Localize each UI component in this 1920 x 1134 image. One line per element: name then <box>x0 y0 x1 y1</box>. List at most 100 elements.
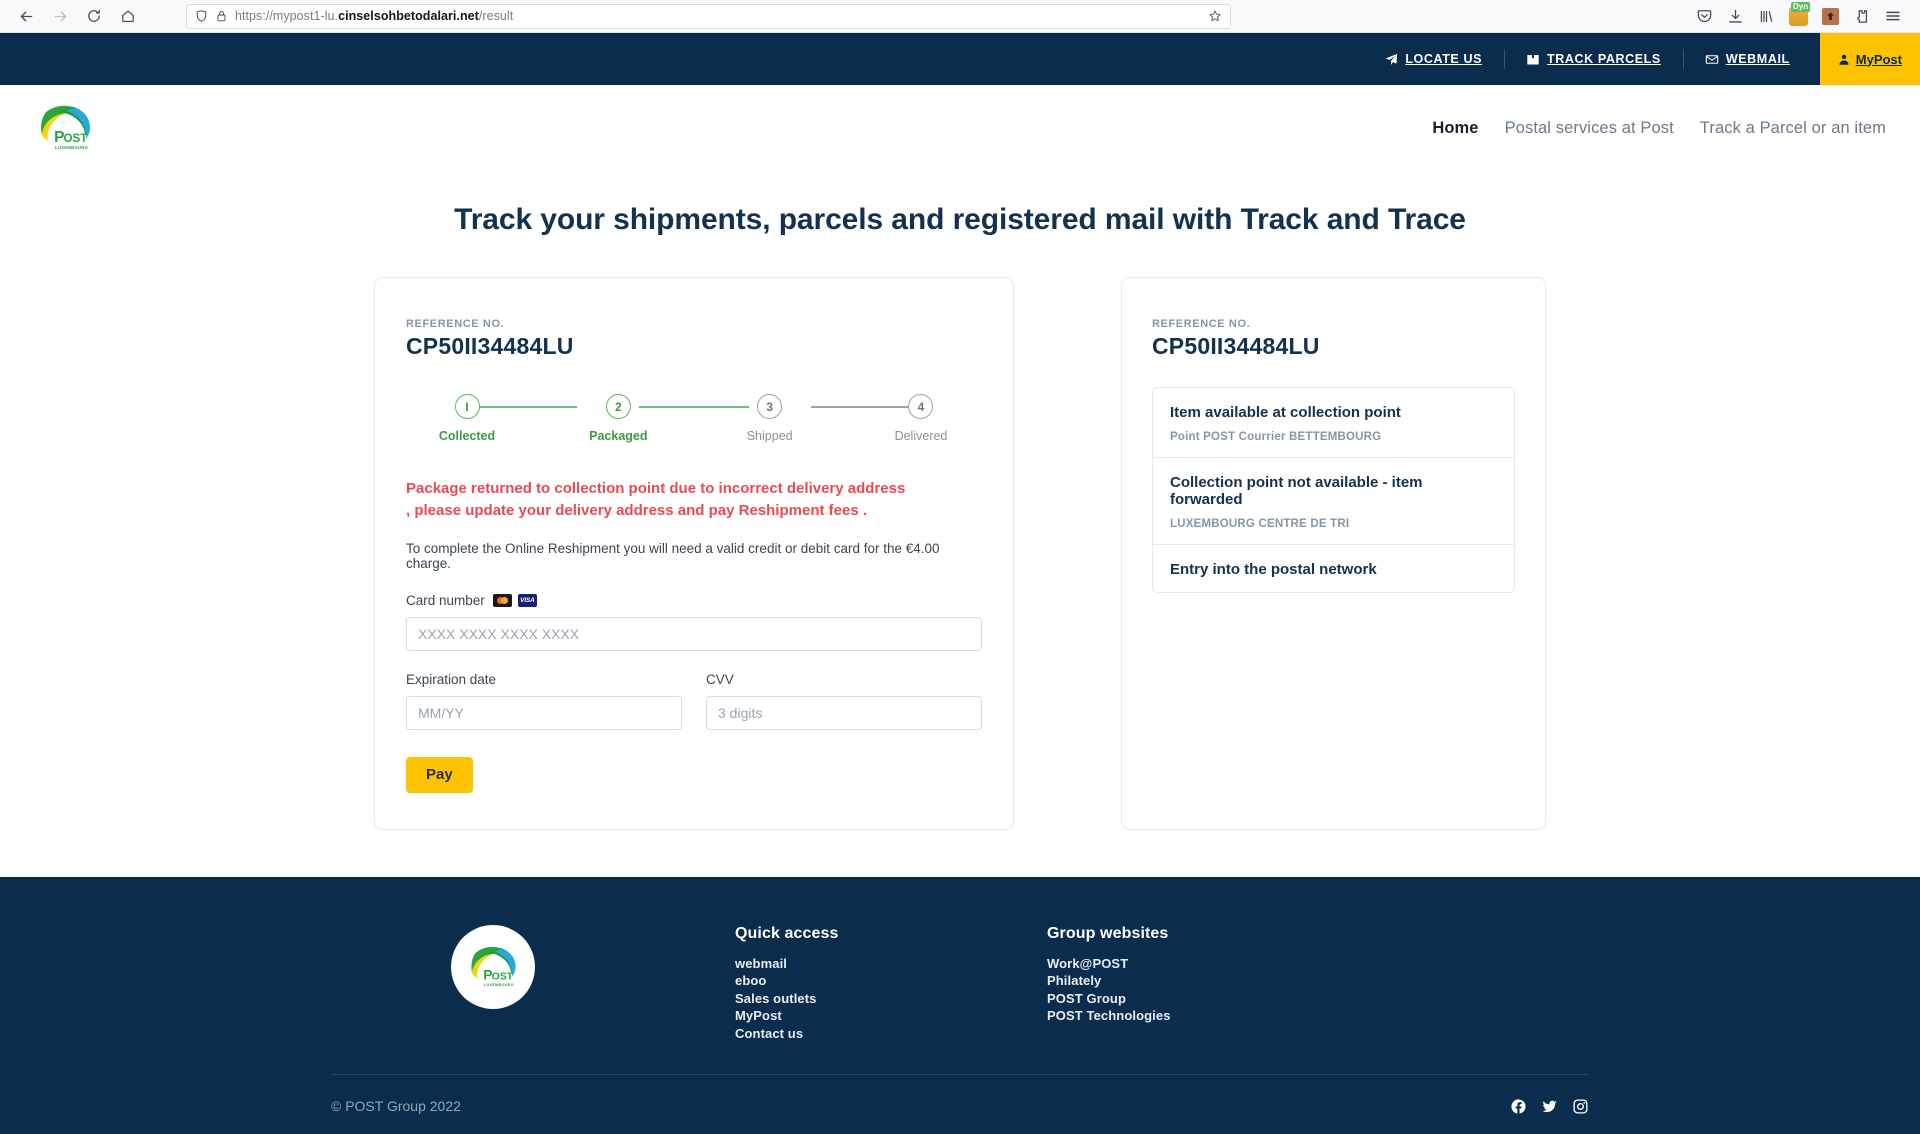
site-footer: P OST LUXEMBOURG Quick access webmail eb… <box>0 876 1920 1134</box>
footer-link-sales-outlets[interactable]: Sales outlets <box>735 990 1047 1008</box>
step-shipped: 3 Shipped <box>739 394 801 443</box>
library-icon[interactable] <box>1758 8 1775 25</box>
reshipment-payment-card: REFERENCE NO. CP50II34484LU I Collected … <box>374 277 1014 830</box>
svg-text:OST: OST <box>63 132 87 145</box>
pocket-icon[interactable] <box>1696 8 1713 25</box>
envelope-icon <box>1705 53 1719 66</box>
cvv-group: CVV <box>706 672 982 730</box>
puzzle-extension-icon[interactable] <box>1853 8 1870 25</box>
pay-button[interactable]: Pay <box>406 756 473 793</box>
step-label: Delivered <box>894 429 948 443</box>
second-extension-icon[interactable] <box>1822 7 1839 25</box>
social-links <box>1510 1098 1589 1115</box>
mypost-button[interactable]: MyPost <box>1819 33 1920 85</box>
timeline-item[interactable]: Item available at collection point Point… <box>1153 388 1514 457</box>
svg-text:LUXEMBOURG: LUXEMBOURG <box>55 145 88 150</box>
facebook-icon[interactable] <box>1510 1098 1527 1115</box>
topbar-link-locate-us[interactable]: LOCATE US <box>1363 33 1504 85</box>
topbar-label: TRACK PARCELS <box>1547 52 1661 66</box>
site-header: P OST LUXEMBOURG Home Postal services at… <box>0 85 1920 171</box>
url-bar[interactable]: https://mypost1-lu.cinselsohbetodalari.n… <box>186 3 1231 29</box>
expiry-input[interactable] <box>406 695 682 730</box>
topbar-label: WEBMAIL <box>1725 52 1790 66</box>
cvv-input[interactable] <box>706 695 982 730</box>
download-icon[interactable] <box>1727 8 1744 25</box>
footer-post-logo: P OST LUXEMBOURG <box>451 924 535 1009</box>
back-arrow-icon[interactable] <box>10 2 42 30</box>
tracking-stepper: I Collected 2 Packaged 3 Shipped 4 Deliv… <box>436 394 952 456</box>
footer-link-webmail[interactable]: webmail <box>735 955 1047 973</box>
step-number: 2 <box>605 394 631 419</box>
parcel-box-icon <box>1526 53 1540 66</box>
topbar-link-webmail[interactable]: WEBMAIL <box>1682 33 1812 85</box>
timeline-location: Point POST Courrier BETTEMBOURG <box>1170 431 1382 443</box>
payment-info-text: To complete the Online Reshipment you wi… <box>406 540 940 571</box>
footer-link-work-at-post[interactable]: Work@POST <box>1047 955 1171 973</box>
footer-column-title: Group websites <box>1047 924 1169 942</box>
footer-link-contact-us[interactable]: Contact us <box>735 1025 1047 1043</box>
topbar-label: LOCATE US <box>1405 52 1483 66</box>
reference-label: REFERENCE NO. <box>1152 318 1251 330</box>
footer-link-post-group[interactable]: POST Group <box>1047 990 1171 1008</box>
bookmark-star-icon[interactable] <box>1208 9 1222 23</box>
card-number-label-row: Card number VISA <box>406 593 982 608</box>
reload-icon[interactable] <box>78 2 110 30</box>
twitter-icon[interactable] <box>1541 1098 1558 1115</box>
card-brand-icons: VISA <box>492 593 537 607</box>
page-title: Track your shipments, parcels and regist… <box>454 203 1466 236</box>
footer-link-eboo[interactable]: eboo <box>735 972 1047 990</box>
visa-text: VISA <box>520 596 535 604</box>
home-icon[interactable] <box>112 2 144 30</box>
svg-text:OST: OST <box>492 970 514 982</box>
hamburger-menu-icon[interactable] <box>1884 7 1902 25</box>
instagram-icon[interactable] <box>1572 1098 1589 1115</box>
browser-toolbar: https://mypost1-lu.cinselsohbetodalari.n… <box>0 0 1920 33</box>
content-cards: REFERENCE NO. CP50II34484LU I Collected … <box>0 277 1920 830</box>
topbar-link-track-parcels[interactable]: TRACK PARCELS <box>1504 33 1683 85</box>
step-number: I <box>454 394 480 419</box>
timeline-item[interactable]: Collection point not available - item fo… <box>1153 457 1514 544</box>
lock-icon <box>216 9 227 23</box>
card-number-group: Card number VISA <box>406 593 982 651</box>
expiry-cvv-row: Expiration date CVV <box>406 672 982 730</box>
visa-icon: VISA <box>517 593 537 607</box>
mypost-label: MyPost <box>1855 51 1902 67</box>
alert-message: Package returned to collection point due… <box>406 480 906 519</box>
expiry-group: Expiration date <box>406 672 682 730</box>
forward-arrow-icon <box>44 2 76 30</box>
timeline-item[interactable]: Entry into the postal network <box>1153 544 1514 592</box>
footer-link-philately[interactable]: Philately <box>1047 972 1171 990</box>
timeline-title: Collection point not available - item fo… <box>1170 474 1423 508</box>
mastercard-icon <box>492 593 512 607</box>
timeline-title: Entry into the postal network <box>1170 561 1377 578</box>
dyn-extension-icon[interactable]: Dyn <box>1789 1 1811 26</box>
footer-link-post-technologies[interactable]: POST Technologies <box>1047 1007 1171 1025</box>
step-label: Collected <box>438 429 496 443</box>
footer-column-title: Quick access <box>735 924 839 942</box>
footer-group-websites: Group websites Work@POST Philately POST … <box>1047 925 1171 1025</box>
reference-label: REFERENCE NO. <box>406 318 505 330</box>
shield-icon <box>195 9 208 23</box>
url-text: https://mypost1-lu.cinselsohbetodalari.n… <box>235 9 514 23</box>
step-number: 4 <box>908 394 934 419</box>
copyright-text: © POST Group 2022 <box>331 1098 461 1114</box>
footer-link-mypost[interactable]: MyPost <box>735 1007 1047 1025</box>
step-packaged: 2 Packaged <box>587 394 649 443</box>
paper-plane-icon <box>1385 53 1398 66</box>
nav-item-postal-services[interactable]: Postal services at Post <box>1505 119 1674 138</box>
footer-main: P OST LUXEMBOURG Quick access webmail eb… <box>331 924 1589 1043</box>
card-number-input[interactable] <box>406 616 982 651</box>
post-luxembourg-logo[interactable]: P OST LUXEMBOURG <box>26 97 104 159</box>
expiry-label: Expiration date <box>406 671 497 687</box>
reference-number: CP50II34484LU <box>406 333 574 359</box>
nav-item-track-parcel[interactable]: Track a Parcel or an item <box>1700 119 1886 138</box>
footer-quick-access: Quick access webmail eboo Sales outlets … <box>735 925 1047 1043</box>
footer-bottom-bar: © POST Group 2022 <box>331 1075 1589 1134</box>
site-utility-bar: LOCATE US TRACK PARCELS WEBMAIL MyPost <box>0 33 1920 85</box>
user-icon <box>1838 53 1850 66</box>
cvv-label: CVV <box>706 671 734 687</box>
timeline-location: LUXEMBOURG CENTRE DE TRI <box>1170 518 1350 530</box>
step-label: Packaged <box>589 429 648 443</box>
svg-text:LUXEMBOURG: LUXEMBOURG <box>484 982 514 986</box>
nav-item-home[interactable]: Home <box>1432 119 1478 138</box>
